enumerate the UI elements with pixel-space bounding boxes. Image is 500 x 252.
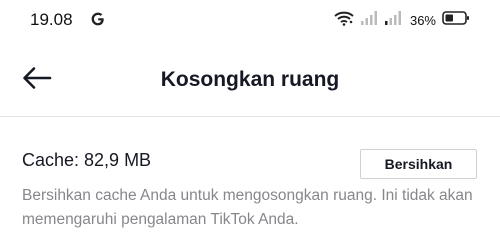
clear-cache-button[interactable]: Bersihkan <box>360 149 477 179</box>
google-g-icon <box>88 9 108 29</box>
cache-description: Bersihkan cache Anda untuk mengosongkan … <box>22 187 473 228</box>
signal-icon <box>360 10 378 31</box>
wifi-icon <box>334 10 354 31</box>
battery-percent: 36% <box>409 12 436 28</box>
page-title: Kosongkan ruang <box>160 68 340 91</box>
header-divider <box>0 116 500 117</box>
battery-icon <box>442 10 470 31</box>
signal-icon <box>384 10 402 31</box>
status-time: 19.08 <box>30 10 73 29</box>
status-bar: 19.08 36% <box>0 0 500 40</box>
header: Kosongkan ruang <box>0 48 500 112</box>
status-icons: 36% <box>334 10 470 30</box>
screen: 19.08 36% Kosongkan ruang Cache: 82,9 MB… <box>0 0 500 252</box>
cache-size-label: Cache: 82,9 MB <box>22 150 152 170</box>
